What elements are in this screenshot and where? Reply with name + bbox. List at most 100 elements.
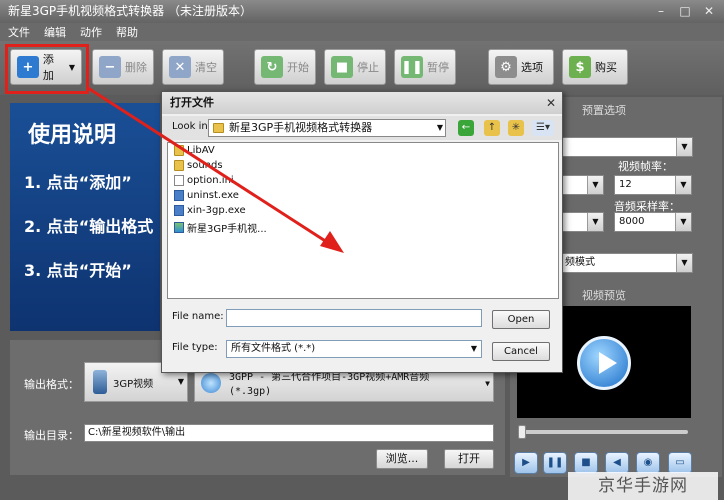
pause-icon: ❚❚ (401, 56, 423, 78)
chevron-down-icon: ▼ (676, 254, 692, 272)
output-format-value: 3GP视频 (113, 378, 154, 390)
guide-step-1: 1. 点击“添加” (24, 173, 132, 192)
menu-edit[interactable]: 编辑 (44, 24, 66, 40)
back-icon[interactable]: ← (458, 120, 474, 136)
title-bar: 新星3GP手机视频格式转换器 （未注册版本） (0, 0, 724, 23)
stop-icon: ■ (331, 56, 353, 78)
chevron-down-icon: ▼ (675, 213, 691, 231)
menu-help[interactable]: 帮助 (116, 24, 138, 40)
list-item[interactable]: sounds (174, 160, 223, 171)
frame-rate-value: 12 (619, 179, 632, 190)
lookin-select[interactable]: 新星3GP手机视频格式转换器 ▼ (208, 119, 446, 137)
lookin-value: 新星3GP手机视频格式转换器 (229, 121, 373, 134)
options-button[interactable]: ⚙ 选项 (488, 49, 554, 85)
file-name-label: File name: (172, 311, 224, 322)
preset-select[interactable]: ▼ (560, 137, 693, 157)
open-folder-button[interactable]: 打开 (444, 449, 494, 469)
close-button[interactable]: ✕ (700, 3, 718, 19)
buy-button[interactable]: $ 购买 (562, 49, 628, 85)
open-button[interactable]: Open (492, 310, 550, 329)
dialog-close-icon[interactable]: ✕ (546, 92, 556, 114)
delete-button[interactable]: − 删除 (92, 49, 154, 85)
lookin-label: Look in: (172, 121, 212, 132)
cancel-button[interactable]: Cancel (492, 342, 550, 361)
file-type-value: 所有文件格式 (*.*) (231, 343, 316, 354)
file-type-select[interactable]: 所有文件格式 (*.*) ▼ (226, 340, 482, 358)
output-dir-label: 输出目录： (24, 429, 79, 442)
list-item[interactable]: 新星3GP手机视... (174, 220, 267, 235)
options-button-label: 选项 (521, 61, 543, 74)
format-desc-line2: (*.3gp) (229, 386, 272, 397)
view-menu-icon[interactable]: ☰▾ (532, 120, 554, 136)
gear-icon: ⚙ (495, 56, 517, 78)
pause-control-button[interactable]: ❚❚ (543, 452, 567, 474)
open-file-dialog: 打开文件 ✕ Look in: 新星3GP手机视频格式转换器 ▼ ← ↑ ✳ ☰… (161, 91, 563, 373)
file-name: option.ini (187, 175, 234, 186)
seek-handle[interactable] (518, 425, 526, 439)
chevron-down-icon: ▼ (587, 176, 603, 194)
stop-button-label: 停止 (357, 61, 379, 74)
new-folder-icon[interactable]: ✳ (508, 120, 524, 136)
preset-options-title: 预置选项 (582, 104, 626, 117)
dialog-title: 打开文件 (162, 92, 562, 114)
frame-rate-select[interactable]: 12 ▼ (614, 175, 692, 195)
file-list: LibAV sounds option.ini uninst.exe xin-3… (167, 142, 559, 299)
guide-step-2: 2. 点击“输出格式 (24, 217, 154, 236)
buy-button-label: 购买 (595, 61, 617, 74)
chevron-down-icon: ▼ (676, 138, 692, 156)
play-icon[interactable] (577, 336, 631, 390)
file-name: uninst.exe (187, 190, 239, 201)
pause-button[interactable]: ❚❚ 暂停 (394, 49, 456, 85)
clear-icon: ✕ (169, 56, 191, 78)
list-item[interactable]: option.ini (174, 175, 234, 186)
folder-icon (174, 160, 184, 171)
file-name: sounds (187, 160, 223, 171)
cart-icon: $ (569, 56, 591, 78)
lookin-row: Look in: 新星3GP手机视频格式转换器 ▼ ← ↑ ✳ ☰▾ (162, 116, 562, 140)
sparkle-icon (201, 373, 221, 393)
chevron-down-icon: ▼ (485, 379, 490, 388)
toolbar: + 添加 ▼ − 删除 ✕ 清空 ↻ 开始 ■ 停止 ❚❚ 暂停 ⚙ 选项 $ … (0, 41, 724, 95)
refresh-icon: ↻ (261, 56, 283, 78)
folder-icon (174, 145, 184, 156)
guide-step-3: 3. 点击“开始” (24, 261, 132, 280)
folder-button[interactable]: ▭ (668, 452, 692, 474)
stop-control-button[interactable]: ■ (574, 452, 598, 474)
clear-button-label: 清空 (195, 61, 217, 74)
video-size-select[interactable]: ▼ (560, 175, 604, 195)
list-item[interactable]: uninst.exe (174, 190, 239, 201)
file-name-input[interactable] (226, 309, 482, 327)
mode-select[interactable]: 频模式 ▼ (560, 253, 693, 273)
app-file-icon (174, 222, 184, 233)
list-item[interactable]: LibAV (174, 145, 215, 156)
list-item[interactable]: xin-3gp.exe (174, 205, 246, 216)
seek-bar[interactable] (520, 430, 688, 434)
up-folder-icon[interactable]: ↑ (484, 120, 500, 136)
browse-button[interactable]: 浏览... (376, 449, 428, 469)
volume-button[interactable]: ◀ (605, 452, 629, 474)
chevron-down-icon: ▼ (675, 176, 691, 194)
menu-file[interactable]: 文件 (8, 24, 30, 40)
minimize-button[interactable]: – (652, 3, 670, 19)
pause-button-label: 暂停 (427, 61, 449, 74)
exe-file-icon (174, 190, 184, 201)
clear-button[interactable]: ✕ 清空 (162, 49, 224, 85)
sample-rate-select[interactable]: 8000 ▼ (614, 212, 692, 232)
output-format-label: 输出格式： (24, 378, 79, 391)
guide-panel: 使用说明 1. 点击“添加” 2. 点击“输出格式 3. 点击“开始” (10, 103, 160, 331)
folder-icon (213, 123, 224, 133)
play-button[interactable]: ▶ (514, 452, 538, 474)
audio-bitrate-select[interactable]: ▼ (560, 212, 604, 232)
menu-action[interactable]: 动作 (80, 24, 102, 40)
output-dir-input[interactable]: C:\新星视频软件\输出 (84, 424, 494, 442)
video-preview-title: 视频预览 (582, 289, 626, 302)
stop-button[interactable]: ■ 停止 (324, 49, 386, 85)
file-name: 新星3GP手机视... (187, 224, 267, 235)
menu-bar: 文件 编辑 动作 帮助 (0, 23, 724, 41)
snapshot-button[interactable]: ◉ (636, 452, 660, 474)
ini-file-icon (174, 175, 184, 186)
window-controls: – □ ✕ (652, 3, 718, 19)
format-desc-line1: 3GPP - 第三代合作项目-3GP视频+AMR音频 (229, 372, 430, 383)
start-button[interactable]: ↻ 开始 (254, 49, 316, 85)
maximize-button[interactable]: □ (676, 3, 694, 19)
